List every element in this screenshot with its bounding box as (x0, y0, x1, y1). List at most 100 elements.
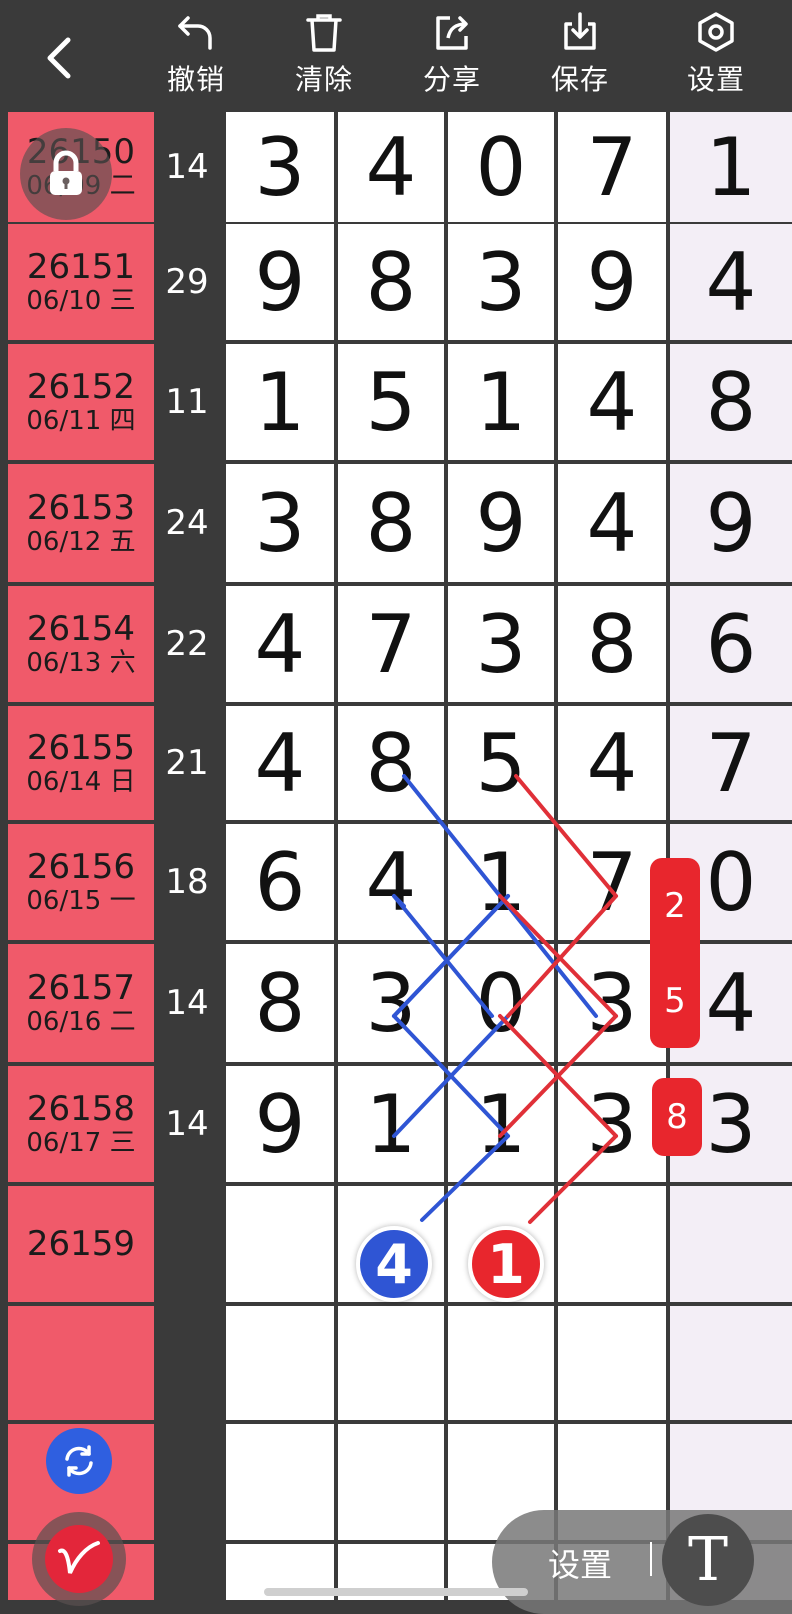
issue-cell[interactable] (8, 1306, 154, 1420)
issue-cell[interactable]: 26159 (8, 1186, 154, 1302)
issue-number: 26152 (26, 367, 136, 407)
refresh-icon (65, 1445, 93, 1477)
last-digit-cell[interactable]: 1 (670, 112, 792, 222)
refresh-button[interactable] (46, 1428, 112, 1494)
issue-cell[interactable]: 26158 06/17 三 (8, 1066, 154, 1182)
digit-cell[interactable] (338, 1424, 444, 1540)
digit-cell[interactable]: 8 (226, 944, 334, 1062)
digit-cell[interactable]: 4 (338, 112, 444, 222)
digit-cell[interactable]: 3 (558, 1066, 666, 1182)
issue-cell[interactable]: 26151 06/10 三 (8, 224, 154, 340)
blue-ball[interactable]: 4 (356, 1226, 432, 1302)
divider (650, 1542, 652, 1576)
text-tool-button[interactable]: T (662, 1514, 754, 1606)
digit-cell[interactable]: 0 (448, 944, 554, 1062)
digit-cell[interactable] (226, 1424, 334, 1540)
last-digit-cell[interactable] (670, 1306, 792, 1420)
back-button[interactable] (30, 28, 90, 88)
digit-cell[interactable]: 9 (226, 224, 334, 340)
issue-date: 06/15 一 (26, 886, 136, 916)
gear-icon (698, 12, 734, 52)
digit-cell[interactable]: 5 (448, 706, 554, 820)
sum-value: 14 (165, 1104, 209, 1144)
pen-button[interactable] (32, 1512, 126, 1606)
digit-cell[interactable]: 6 (226, 824, 334, 940)
sum-value (154, 1186, 220, 1302)
last-digit-cell[interactable]: 4 (670, 224, 792, 340)
digit-cell[interactable]: 9 (448, 464, 554, 582)
digit-cell[interactable]: 4 (558, 464, 666, 582)
bottom-settings-button[interactable]: 设置 (548, 1540, 612, 1586)
red-badge-bottom[interactable]: 8 (652, 1078, 702, 1156)
issue-cell[interactable]: 26156 06/15 一 (8, 824, 154, 940)
home-indicator (264, 1588, 528, 1596)
digit-cell[interactable]: 1 (338, 1066, 444, 1182)
digit-cell[interactable] (226, 1186, 334, 1302)
digit-cell[interactable]: 8 (338, 224, 444, 340)
digit-cell[interactable]: 4 (558, 344, 666, 460)
share-label: 分享 (422, 63, 481, 96)
digit-grid[interactable]: 3407198394151483894947386485476417083034… (226, 112, 792, 1600)
share-button[interactable]: 分享 (402, 10, 502, 102)
issue-number: 26158 (26, 1089, 136, 1129)
badge-value: 2 (664, 885, 686, 926)
digit-cell[interactable]: 3 (226, 112, 334, 222)
digit-cell[interactable]: 5 (338, 344, 444, 460)
digit-cell[interactable]: 1 (448, 344, 554, 460)
issue-cell[interactable]: 26152 06/11 四 (8, 344, 154, 460)
lock-button[interactable] (20, 128, 112, 220)
digit-cell[interactable] (226, 1306, 334, 1420)
digit-cell[interactable]: 1 (226, 344, 334, 460)
digit-cell[interactable]: 3 (448, 224, 554, 340)
issue-cell[interactable]: 26155 06/14 日 (8, 706, 154, 820)
issue-date: 06/13 六 (26, 648, 136, 678)
digit-cell[interactable]: 7 (558, 112, 666, 222)
clear-button[interactable]: 清除 (274, 10, 374, 102)
save-label: 保存 (550, 63, 609, 96)
digit-cell[interactable]: 8 (558, 586, 666, 702)
digit-cell[interactable]: 9 (226, 1066, 334, 1182)
digit-cell[interactable]: 4 (558, 706, 666, 820)
download-icon (564, 12, 596, 50)
red-ball[interactable]: 1 (468, 1226, 544, 1302)
digit-cell[interactable]: 4 (226, 706, 334, 820)
digit-cell[interactable] (558, 1186, 666, 1302)
issue-date: 06/16 二 (26, 1007, 136, 1037)
digit-cell[interactable]: 8 (338, 706, 444, 820)
save-button[interactable]: 保存 (530, 10, 630, 102)
last-digit-cell[interactable]: 8 (670, 344, 792, 460)
last-digit-cell[interactable] (670, 1186, 792, 1302)
sum-column: 14 29 11 24 22 21 18 14 14 (154, 112, 220, 1600)
issue-cell[interactable]: 26154 06/13 六 (8, 586, 154, 702)
digit-cell[interactable]: 3 (448, 586, 554, 702)
red-badge-top[interactable]: 2 5 (650, 858, 700, 1048)
last-digit-cell[interactable]: 6 (670, 586, 792, 702)
issue-number: 26155 (26, 728, 136, 768)
digit-cell[interactable]: 3 (226, 464, 334, 582)
digit-cell[interactable]: 7 (338, 586, 444, 702)
digit-cell[interactable]: 4 (226, 586, 334, 702)
issue-cell[interactable]: 26153 06/12 五 (8, 464, 154, 582)
digit-cell[interactable] (558, 1306, 666, 1420)
last-digit-cell[interactable]: 7 (670, 706, 792, 820)
issue-cell[interactable]: 26157 06/16 二 (8, 944, 154, 1062)
digit-cell[interactable] (338, 1306, 444, 1420)
last-digit-cell[interactable]: 9 (670, 464, 792, 582)
digit-cell[interactable]: 8 (338, 464, 444, 582)
issue-number: 26156 (26, 847, 136, 887)
digit-cell[interactable]: 1 (448, 824, 554, 940)
issue-date: 06/11 四 (26, 406, 136, 436)
digit-cell[interactable]: 4 (338, 824, 444, 940)
issue-number: 26154 (26, 609, 136, 649)
digit-cell[interactable]: 9 (558, 224, 666, 340)
undo-button[interactable]: 撤销 (146, 10, 246, 102)
top-toolbar: 撤销 清除 分享 保存 设置 (0, 0, 792, 108)
digit-cell[interactable]: 0 (448, 112, 554, 222)
sum-value: 11 (165, 382, 209, 422)
digit-cell[interactable]: 3 (338, 944, 444, 1062)
issue-date: 06/14 日 (26, 767, 136, 797)
sum-value: 18 (165, 862, 209, 902)
settings-button[interactable]: 设置 (666, 10, 766, 102)
digit-cell[interactable] (448, 1306, 554, 1420)
digit-cell[interactable]: 1 (448, 1066, 554, 1182)
